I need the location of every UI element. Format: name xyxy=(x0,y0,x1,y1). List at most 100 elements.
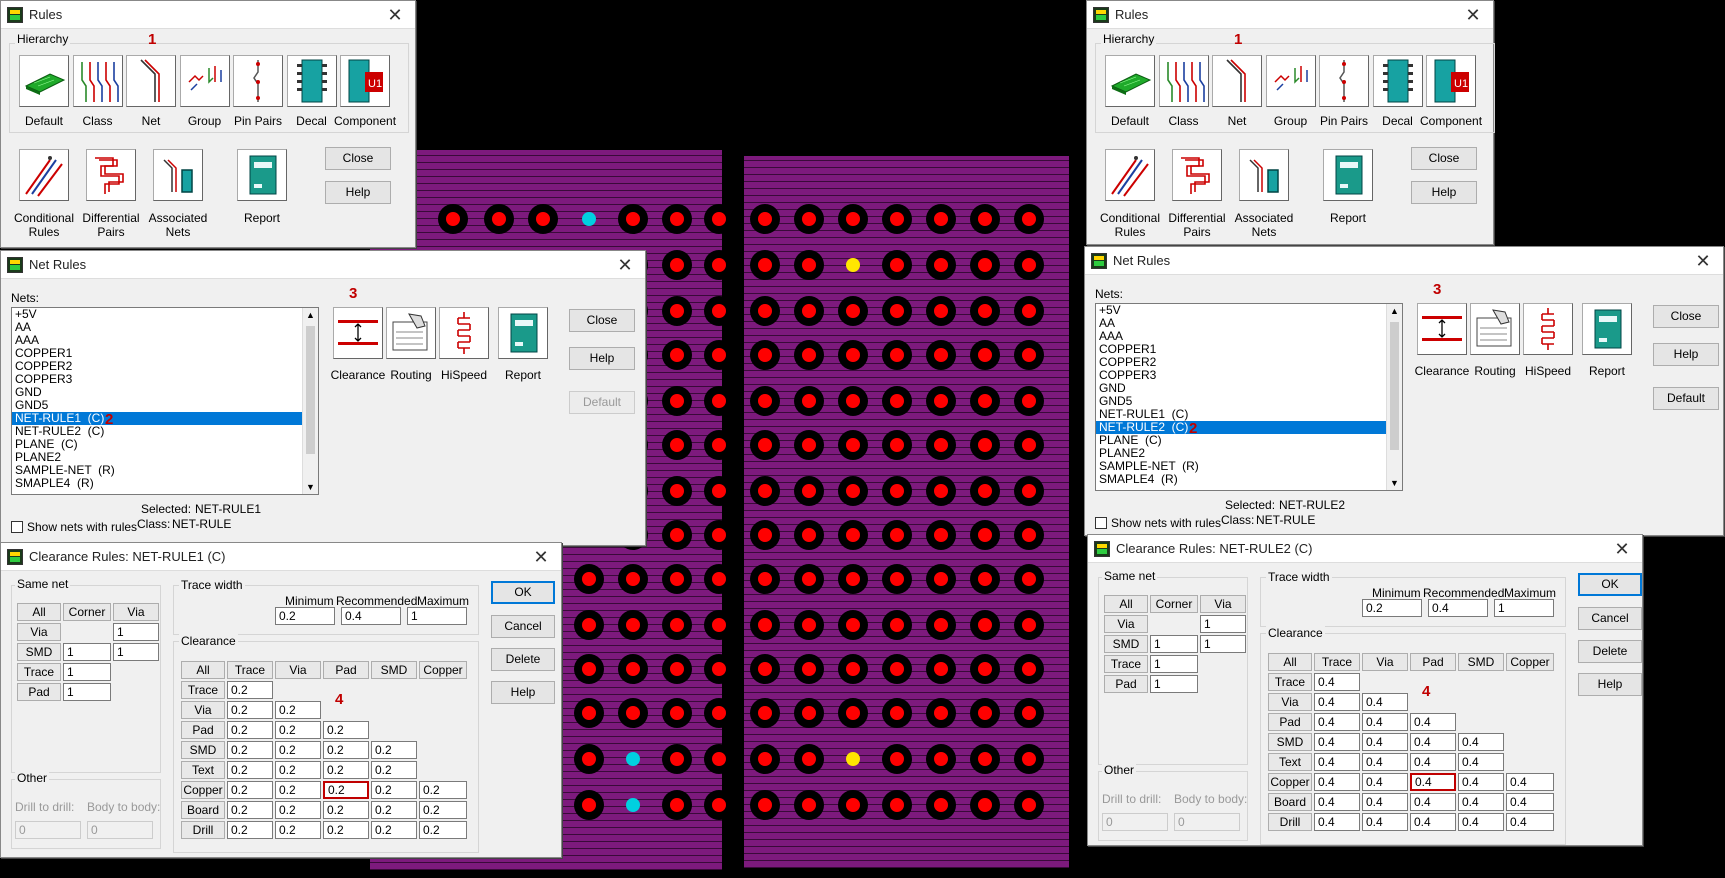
same-net-trace-input[interactable]: 1 xyxy=(63,663,111,681)
hierarchy-group-button[interactable] xyxy=(1265,55,1316,107)
title-bar[interactable]: Clearance Rules: NET-RULE2 (C) ✕ xyxy=(1088,535,1642,563)
scroll-down-icon[interactable]: ▼ xyxy=(1390,478,1399,488)
clearance-col-copper-button[interactable]: Copper xyxy=(1506,653,1554,671)
clearance-row-pad-button[interactable]: Pad xyxy=(181,721,225,739)
same-net-pad-input[interactable]: 1 xyxy=(63,683,111,701)
clearance-cell[interactable]: 0.4 xyxy=(1506,793,1554,811)
clearance-cell[interactable]: 0.2 xyxy=(275,801,321,819)
conditional-rules-button[interactable] xyxy=(19,149,69,201)
clearance-cell[interactable]: 0.4 xyxy=(1458,793,1504,811)
show-nets-checkbox[interactable] xyxy=(11,521,23,533)
clearance-row-board-button[interactable]: Board xyxy=(1268,793,1312,811)
clearance-cell[interactable]: 0.4 xyxy=(1362,793,1408,811)
scroll-up-icon[interactable]: ▲ xyxy=(306,310,315,320)
hierarchy-net-button[interactable] xyxy=(126,55,176,107)
via-header-button[interactable]: Via xyxy=(1200,595,1246,613)
same-net-pad-input[interactable]: 1 xyxy=(1150,675,1198,693)
report-rules-button[interactable] xyxy=(1582,303,1632,355)
clearance-cell[interactable]: 0.4 xyxy=(1410,813,1456,831)
clearance-row-smd-button[interactable]: SMD xyxy=(1268,733,1312,751)
conditional-rules-button[interactable] xyxy=(1105,149,1155,201)
net-list-item[interactable]: AA xyxy=(1096,317,1387,330)
via-row-button[interactable]: Via xyxy=(17,623,61,641)
close-icon[interactable]: ✕ xyxy=(1453,2,1493,28)
clearance-cell[interactable]: 0.2 xyxy=(275,821,321,839)
clearance-cell[interactable]: 0.2 xyxy=(227,701,273,719)
trace-row-button[interactable]: Trace xyxy=(17,663,61,681)
title-bar[interactable]: Rules ✕ xyxy=(1087,1,1493,29)
routing-rules-button[interactable] xyxy=(1470,303,1520,355)
hierarchy-class-button[interactable] xyxy=(1158,55,1209,107)
clearance-cell[interactable]: 0.4 xyxy=(1314,753,1360,771)
drill-to-drill-input[interactable]: 0 xyxy=(1102,813,1168,831)
clearance-cell[interactable]: 0.2 xyxy=(275,741,321,759)
clearance-cell[interactable]: 0.4 xyxy=(1410,793,1456,811)
clearance-row-text-button[interactable]: Text xyxy=(181,761,225,779)
clearance-cell[interactable]: 0.4 xyxy=(1314,793,1360,811)
title-bar[interactable]: Net Rules ✕ xyxy=(1,251,645,279)
hierarchy-decal-button[interactable] xyxy=(286,55,337,107)
clearance-row-copper-button[interactable]: Copper xyxy=(1268,773,1312,791)
same-net-via-input[interactable]: 1 xyxy=(113,623,159,641)
title-bar[interactable]: Rules ✕ xyxy=(1,1,415,29)
cancel-button[interactable]: Cancel xyxy=(491,615,555,638)
via-header-button[interactable]: Via xyxy=(113,603,159,621)
hispeed-rules-button[interactable] xyxy=(439,307,489,359)
clearance-row-smd-button[interactable]: SMD xyxy=(181,741,225,759)
hierarchy-decal-button[interactable] xyxy=(1372,55,1423,107)
clearance-cell[interactable]: 0.2 xyxy=(419,801,467,819)
hierarchy-class-button[interactable] xyxy=(72,55,123,107)
pad-row-button[interactable]: Pad xyxy=(1104,675,1148,693)
clearance-col-pad-button[interactable]: Pad xyxy=(323,661,369,679)
net-list-item[interactable]: GND xyxy=(12,386,303,399)
clearance-cell[interactable]: 0.4 xyxy=(1458,733,1504,751)
close-button[interactable]: Close xyxy=(1411,147,1477,170)
clearance-cell[interactable]: 0.2 xyxy=(371,741,417,759)
clearance-cell[interactable]: 0.2 xyxy=(323,741,369,759)
close-button[interactable]: Close xyxy=(325,147,391,170)
clearance-cell[interactable]: 0.2 xyxy=(371,821,417,839)
same-net-smd-input[interactable]: 1 xyxy=(1150,635,1198,653)
differential-pairs-button[interactable] xyxy=(86,149,136,201)
clearance-cell[interactable]: 0.4 xyxy=(1410,733,1456,751)
clearance-cell[interactable]: 0.4 xyxy=(1410,713,1456,731)
clearance-rules-button[interactable] xyxy=(1417,303,1467,355)
clearance-cell[interactable]: 0.4 xyxy=(1362,693,1408,711)
all-button[interactable]: All xyxy=(1104,595,1148,613)
clearance-cell[interactable]: 0.4 xyxy=(1458,753,1504,771)
clearance-cell[interactable]: 0.4 xyxy=(1506,773,1554,791)
clearance-row-trace-button[interactable]: Trace xyxy=(1268,673,1312,691)
close-icon[interactable]: ✕ xyxy=(1602,536,1642,562)
hierarchy-pin-pairs-button[interactable] xyxy=(1319,55,1369,107)
help-button[interactable]: Help xyxy=(325,181,391,204)
close-icon[interactable]: ✕ xyxy=(605,252,645,278)
help-button[interactable]: Help xyxy=(569,347,635,370)
show-nets-checkbox[interactable] xyxy=(1095,517,1107,529)
clearance-cell[interactable]: 0.4 xyxy=(1362,733,1408,751)
clearance-cell[interactable]: 0.4 xyxy=(1362,713,1408,731)
clearance-cell[interactable]: 0.2 xyxy=(227,741,273,759)
help-button[interactable]: Help xyxy=(1578,673,1642,696)
report-button[interactable] xyxy=(1323,149,1373,201)
title-bar[interactable]: Clearance Rules: NET-RULE1 (C) ✕ xyxy=(1,543,561,571)
delete-button[interactable]: Delete xyxy=(1578,640,1642,663)
clearance-cell[interactable]: 0.2 xyxy=(371,781,417,799)
clearance-cell[interactable]: 0.4 xyxy=(1314,693,1360,711)
clearance-cell[interactable]: 0.2 xyxy=(275,781,321,799)
clearance-cell[interactable]: 0.2 xyxy=(371,761,417,779)
clearance-cell[interactable]: 0.4 xyxy=(1410,773,1456,791)
clearance-row-board-button[interactable]: Board xyxy=(181,801,225,819)
help-button[interactable]: Help xyxy=(1411,181,1477,204)
net-list-item[interactable]: +5V xyxy=(1096,304,1387,317)
clearance-row-drill-button[interactable]: Drill xyxy=(1268,813,1312,831)
trace-row-button[interactable]: Trace xyxy=(1104,655,1148,673)
hierarchy-group-button[interactable] xyxy=(179,55,230,107)
close-icon[interactable]: ✕ xyxy=(375,2,415,28)
close-icon[interactable]: ✕ xyxy=(521,544,561,570)
clearance-row-drill-button[interactable]: Drill xyxy=(181,821,225,839)
trace-width-rec-input[interactable]: 0.4 xyxy=(341,607,401,625)
clearance-cell[interactable]: 0.2 xyxy=(419,781,467,799)
net-list-item[interactable]: COPPER3 xyxy=(12,373,303,386)
help-button[interactable]: Help xyxy=(491,681,555,704)
scroll-up-icon[interactable]: ▲ xyxy=(1390,306,1399,316)
